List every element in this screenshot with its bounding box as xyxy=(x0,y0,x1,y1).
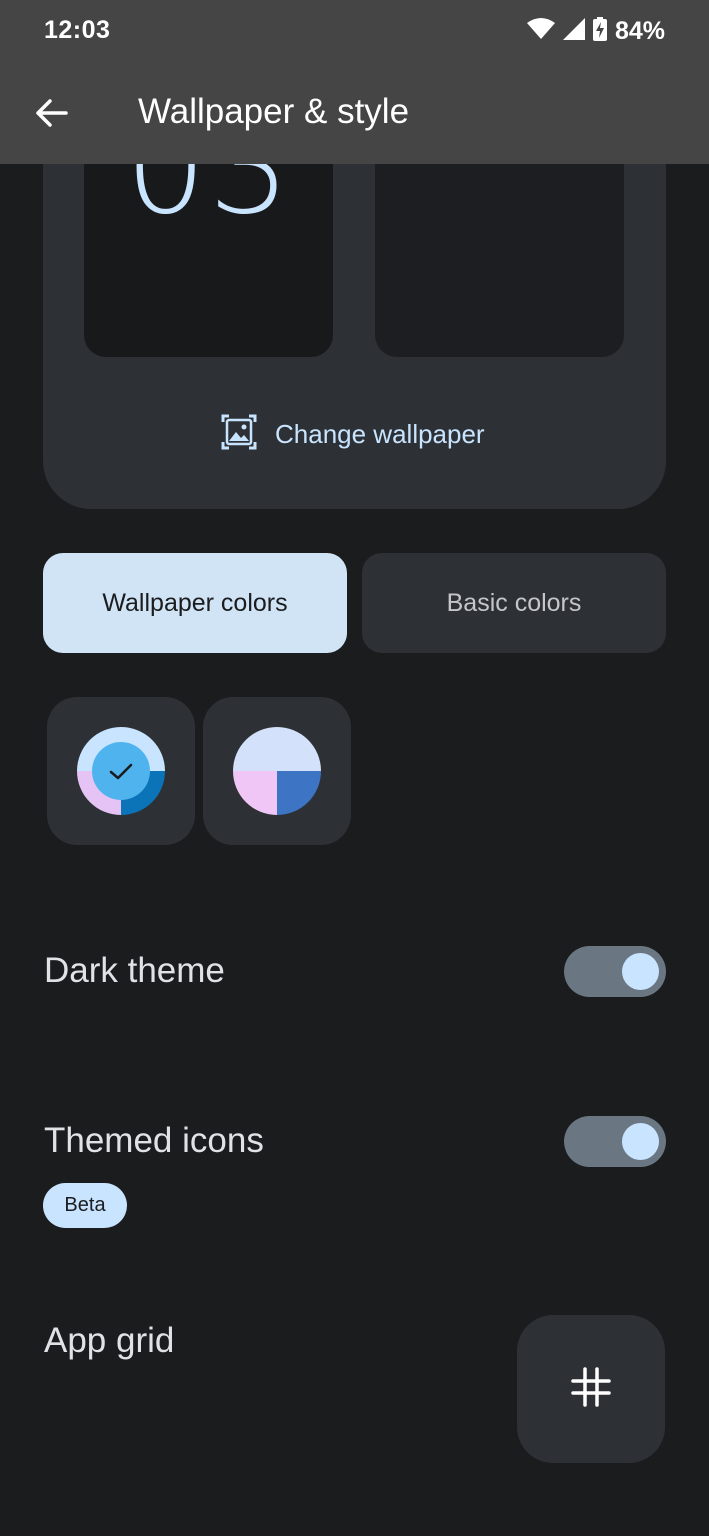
color-option-1[interactable] xyxy=(47,697,195,845)
battery-percent: 84% xyxy=(614,16,665,45)
wifi-icon xyxy=(526,17,555,45)
tab-basic-colors[interactable]: Basic colors xyxy=(362,553,666,653)
app-grid-button[interactable] xyxy=(517,1315,665,1463)
color-swatch-1 xyxy=(77,727,165,815)
themed-icons-toggle[interactable] xyxy=(564,1116,666,1167)
dark-theme-toggle[interactable] xyxy=(564,946,666,997)
color-swatch-2 xyxy=(233,727,321,815)
back-button[interactable] xyxy=(22,86,80,144)
beta-badge: Beta xyxy=(43,1183,127,1228)
themed-icons-label: Themed icons xyxy=(44,1121,264,1160)
status-time: 12:03 xyxy=(44,16,111,44)
wallpaper-preview-card: 03 Change wallpaper xyxy=(43,164,666,509)
clock-preview: 03 xyxy=(125,164,292,243)
color-option-2[interactable] xyxy=(203,697,351,845)
page-title: Wallpaper & style xyxy=(138,92,410,131)
app-grid-label: App grid xyxy=(44,1321,175,1360)
wallpaper-icon xyxy=(221,414,257,455)
grid-icon xyxy=(571,1366,611,1412)
tab-basic-colors-label: Basic colors xyxy=(446,588,582,617)
tab-wallpaper-colors-label: Wallpaper colors xyxy=(102,588,288,617)
app-bar: Wallpaper & style xyxy=(0,64,709,164)
toggle-thumb xyxy=(622,953,659,990)
dark-theme-label: Dark theme xyxy=(44,951,225,990)
status-bar: 12:03 84% xyxy=(0,0,709,64)
signal-icon xyxy=(562,17,585,45)
status-icons: 84% xyxy=(526,16,665,46)
arrow-back-icon xyxy=(34,98,68,133)
toggle-thumb xyxy=(622,1123,659,1160)
change-wallpaper-label: Change wallpaper xyxy=(275,418,485,449)
change-wallpaper-button[interactable]: Change wallpaper xyxy=(221,412,485,456)
lock-screen-preview[interactable]: 03 xyxy=(84,164,333,357)
beta-badge-label: Beta xyxy=(64,1194,106,1216)
battery-charging-icon xyxy=(592,16,607,46)
home-screen-preview[interactable] xyxy=(375,164,624,357)
tab-wallpaper-colors[interactable]: Wallpaper colors xyxy=(43,553,347,653)
